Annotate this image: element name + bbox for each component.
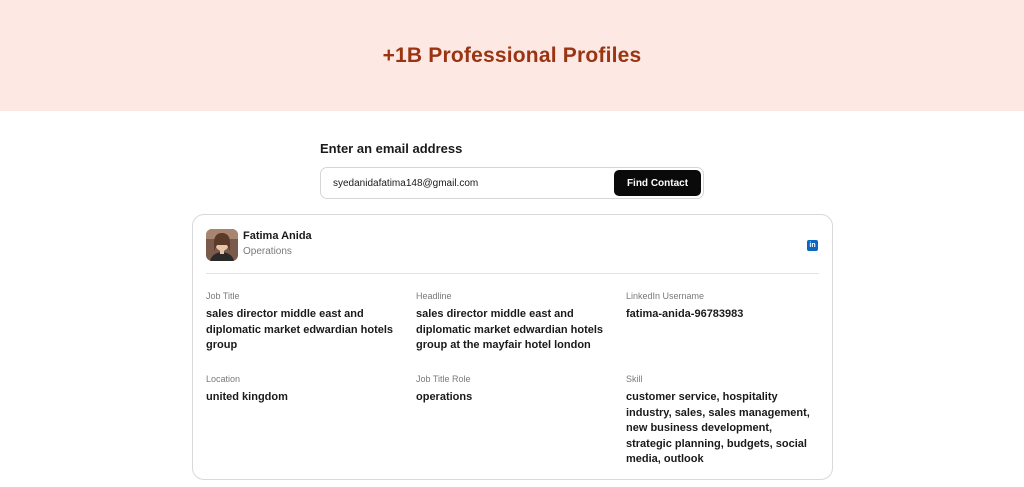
field-value: customer service, hospitality industry, … [626,391,810,465]
field-label: Location [206,374,241,384]
field-label: LinkedIn Username [626,291,705,301]
page-title: +1B Professional Profiles [382,43,642,67]
field-label: Headline [416,291,452,301]
linkedin-icon[interactable]: in [807,240,818,251]
divider [206,273,819,274]
field-headline: Headline sales director middle east and … [416,291,606,354]
profile-card: Fatima Anida Operations in Job Title sal… [192,214,833,480]
field-job-title: Job Title sales director middle east and… [206,291,396,354]
field-value: sales director middle east and diplomati… [206,308,394,351]
field-skill: Skill customer service, hospitality indu… [626,374,816,468]
search-box: Find Contact [320,167,704,199]
field-label: Job Title Role [416,374,471,384]
profile-department: Operations [243,246,292,257]
field-label: Skill [626,374,643,384]
hero-banner: +1B Professional Profiles [0,0,1024,111]
email-input[interactable] [333,168,613,198]
field-value: operations [416,391,473,403]
search-label: Enter an email address [320,141,463,156]
field-value: sales director middle east and diplomati… [416,308,604,351]
field-value: fatima-anida-96783983 [626,308,744,320]
find-contact-button[interactable]: Find Contact [614,170,701,196]
field-value: united kingdom [206,391,288,403]
field-label: Job Title [206,291,240,301]
field-job-title-role: Job Title Role operations [416,374,606,406]
avatar [206,229,238,261]
field-location: Location united kingdom [206,374,396,406]
profile-name: Fatima Anida [243,230,312,242]
field-linkedin-username: LinkedIn Username fatima-anida-96783983 [626,291,816,323]
